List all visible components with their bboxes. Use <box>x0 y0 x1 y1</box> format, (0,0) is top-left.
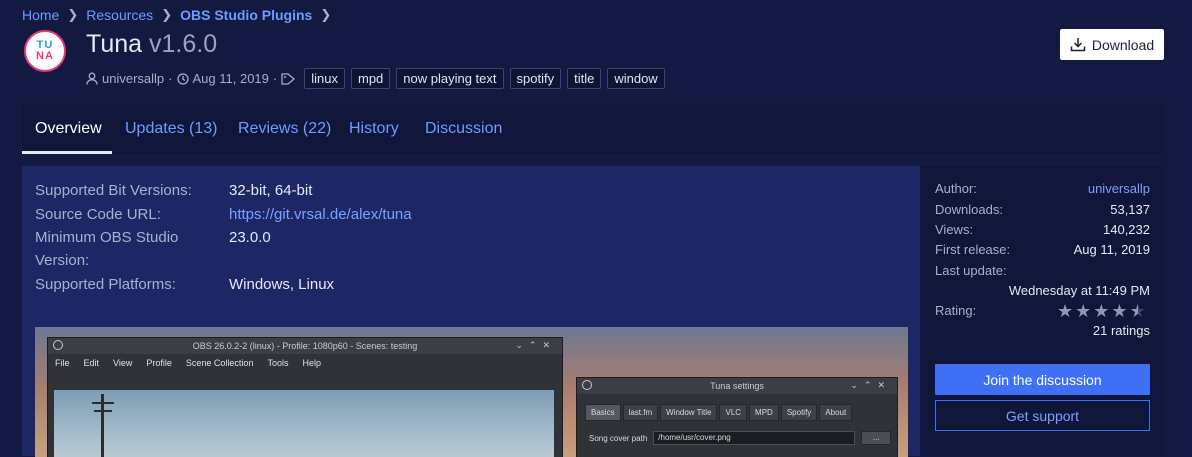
download-label: Download <box>1091 36 1155 53</box>
rating-label: Rating: <box>935 303 977 318</box>
tag-icon <box>281 72 297 85</box>
obs-menu-tools: Tools <box>267 358 289 368</box>
resource-meta: universallp · Aug 11, 2019 · linux mpd n… <box>86 68 667 89</box>
tuna-browse-button: ... <box>861 431 892 445</box>
utility-pole-crossbar <box>94 410 112 412</box>
breadcrumb-resources[interactable]: Resources <box>86 7 153 23</box>
obs-titlebar: OBS 26.0.2-2 (linux) - Profile: 1080p60 … <box>48 338 562 354</box>
window-controls-icon: ⌄⌃✕ <box>515 340 556 350</box>
obs-menu-edit: Edit <box>83 358 100 368</box>
platforms-label: Supported Platforms: <box>35 276 176 293</box>
bit-versions-value: 32-bit, 64-bit <box>229 182 313 199</box>
tuna-cover-row: Song cover path /home/usr/cover.png ... <box>589 431 892 445</box>
tab-overview[interactable]: Overview <box>35 120 102 138</box>
first-release-value: Aug 11, 2019 <box>1073 242 1150 257</box>
tuna-tab-spotify: Spotify <box>780 404 818 421</box>
bit-versions-label: Supported Bit Versions: <box>35 182 192 199</box>
obs-menu-profile: Profile <box>146 358 172 368</box>
obs-window: OBS 26.0.2-2 (linux) - Profile: 1080p60 … <box>47 337 563 457</box>
utility-pole-crossbar <box>92 402 114 404</box>
chevron-right-icon: ❯ <box>67 7 79 22</box>
obs-title-text: OBS 26.0.2-2 (linux) - Profile: 1080p60 … <box>192 341 418 351</box>
source-url-link[interactable]: https://git.vrsal.de/alex/tuna <box>229 206 412 223</box>
download-button[interactable]: Download <box>1060 29 1164 60</box>
tuna-cover-input: /home/usr/cover.png <box>653 431 856 445</box>
tag-spotify[interactable]: spotify <box>509 68 562 89</box>
active-tab-indicator <box>22 151 112 154</box>
downloads-value: 53,137 <box>1110 202 1150 217</box>
tuna-tab-about: About <box>819 404 853 421</box>
tag-title[interactable]: title <box>567 68 602 89</box>
star-icon: ★ <box>1111 301 1128 321</box>
breadcrumb: Home ❯ Resources ❯ OBS Studio Plugins ❯ <box>22 7 331 23</box>
breadcrumb-obs-plugins[interactable]: OBS Studio Plugins <box>180 7 312 23</box>
tuna-tab-basics: Basics <box>585 404 621 421</box>
star-icon: ★ <box>1057 301 1074 321</box>
rating-stars: ★ ★ ★ ★ ★ <box>1057 301 1146 322</box>
platforms-value: Windows, Linux <box>229 276 335 293</box>
obs-menu-scene-collection: Scene Collection <box>185 358 254 368</box>
tab-history[interactable]: History <box>349 120 399 138</box>
author-label: Author: <box>935 181 977 196</box>
tuna-tab-vlc: VLC <box>719 404 748 421</box>
last-update-label: Last update: <box>935 263 1007 278</box>
downloads-label: Downloads: <box>935 202 1003 217</box>
min-obs-label-line1: Minimum OBS Studio <box>35 229 179 246</box>
tuna-settings-window: Tuna settings ⌄⌃✕ Basics last.fm Window … <box>576 377 898 457</box>
min-obs-label-line2: Version: <box>35 252 90 269</box>
join-discussion-button[interactable]: Join the discussion <box>935 364 1150 395</box>
user-icon <box>86 72 98 85</box>
page-title: Tuna v1.6.0 <box>86 30 217 59</box>
tag-mpd[interactable]: mpd <box>350 68 391 89</box>
views-label: Views: <box>935 222 974 237</box>
logo-text-line2: NA <box>36 50 54 62</box>
source-url-label: Source Code URL: <box>35 206 161 223</box>
chevron-right-icon: ❯ <box>161 7 173 22</box>
resource-name: Tuna <box>86 30 143 58</box>
rating-count: 21 ratings <box>1092 323 1150 338</box>
get-support-button[interactable]: Get support <box>935 400 1150 431</box>
clock-icon <box>176 72 189 85</box>
tag-now-playing-text[interactable]: now playing text <box>396 68 504 89</box>
obs-menu-view: View <box>113 358 133 368</box>
breadcrumb-home[interactable]: Home <box>22 7 59 23</box>
obs-logo-icon <box>53 340 63 350</box>
tab-updates[interactable]: Updates (13) <box>125 120 218 138</box>
tuna-tab-mpd: MPD <box>749 404 779 421</box>
tuna-tab-lastfm: last.fm <box>622 404 659 421</box>
views-value: 140,232 <box>1103 222 1150 237</box>
tag-linux[interactable]: linux <box>304 68 345 89</box>
min-obs-value: 23.0.0 <box>229 229 271 246</box>
last-update-value: Wednesday at 11:49 PM <box>1008 283 1150 298</box>
obs-preview <box>54 390 554 457</box>
obs-menubar: File Edit View Profile Scene Collection … <box>48 354 562 372</box>
obs-menu-file: File <box>55 358 70 368</box>
tab-discussion[interactable]: Discussion <box>425 120 502 138</box>
tuna-title-text: Tuna settings <box>710 381 764 391</box>
resource-logo: TU NA <box>24 30 66 72</box>
window-controls-icon: ⌄⌃✕ <box>850 380 891 390</box>
tag-window[interactable]: window <box>607 68 665 89</box>
tuna-tab-window-title: Window Title <box>660 404 718 421</box>
author-link[interactable]: universallp <box>102 71 164 86</box>
star-half-icon: ★ <box>1129 301 1146 321</box>
obs-menu-help: Help <box>302 358 321 368</box>
download-icon <box>1070 37 1086 52</box>
star-icon: ★ <box>1093 301 1110 321</box>
sidebar-author-link[interactable]: universallp <box>1088 181 1150 196</box>
tuna-titlebar: Tuna settings ⌄⌃✕ <box>577 378 897 394</box>
first-release-label: First release: <box>935 242 1011 257</box>
chevron-right-icon: ❯ <box>320 7 332 22</box>
obs-logo-icon <box>582 380 592 390</box>
star-icon: ★ <box>1075 301 1092 321</box>
resource-version: v1.6.0 <box>149 30 218 58</box>
screenshot-image[interactable]: OBS 26.0.2-2 (linux) - Profile: 1080p60 … <box>35 327 908 457</box>
tab-reviews[interactable]: Reviews (22) <box>238 120 331 138</box>
tuna-cover-label: Song cover path <box>589 433 648 443</box>
tuna-tabs: Basics last.fm Window Title VLC MPD Spot… <box>585 404 853 421</box>
release-date: Aug 11, 2019 <box>192 71 269 86</box>
